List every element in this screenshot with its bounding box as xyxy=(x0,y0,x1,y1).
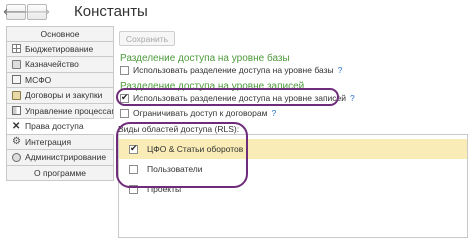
sidebar-item-ifrs[interactable]: МСФО xyxy=(6,72,114,88)
sidebar-item-label: МСФО xyxy=(25,74,52,85)
rls-item-label: ЦФО & Статьи оборотов xyxy=(147,144,244,154)
rls-label: Виды областей доступа (RLS): xyxy=(118,124,240,134)
sidebar-item-processes[interactable]: Управление процессами xyxy=(6,103,114,119)
sidebar-item-label: Бюджетирование xyxy=(25,43,94,54)
sidebar-item-label: Основное xyxy=(40,28,80,39)
limit-contracts-label: Ограничивать доступ к договорам xyxy=(133,108,268,118)
sidebar-item-label: Управление процессами xyxy=(25,105,114,116)
arrow-right-icon: 🡒 xyxy=(23,7,51,18)
rls-checkbox[interactable] xyxy=(129,184,138,194)
sidebar-item-label: Права доступа xyxy=(25,121,84,132)
process-icon xyxy=(12,106,21,116)
rls-item-label: Пользователи xyxy=(147,164,203,174)
admin-icon xyxy=(12,152,21,162)
rls-checkbox[interactable] xyxy=(129,143,138,154)
page-title: Константы xyxy=(74,3,148,20)
box-icon xyxy=(12,75,21,85)
sidebar-item-main[interactable]: Основное xyxy=(6,26,114,42)
rls-item-projects[interactable]: Проекты xyxy=(119,179,467,199)
sidebar-item-label: Интеграция xyxy=(25,136,72,147)
sidebar-item-budgeting[interactable]: Бюджетирование xyxy=(6,41,114,57)
sidebar-item-administration[interactable]: Администрирование xyxy=(6,150,114,166)
help-link[interactable]: ? xyxy=(350,93,355,103)
highlight-oval-records xyxy=(116,88,339,106)
gear-icon: ⚙ xyxy=(12,136,21,148)
window-header: 🡐 🡒 Константы xyxy=(0,0,474,26)
sidebar-item-label: О программе xyxy=(33,167,86,178)
sidebar-item-integration[interactable]: ⚙ Интеграция xyxy=(6,134,114,150)
folder-icon xyxy=(12,90,21,100)
rls-item-cfo[interactable]: ЦФО & Статьи оборотов xyxy=(119,139,467,159)
sidebar-item-treasury[interactable]: Казначейство xyxy=(6,57,114,73)
sidebar-item-access-rights[interactable]: ✕ Права доступа xyxy=(6,119,114,135)
save-button[interactable]: Сохранить xyxy=(119,31,175,46)
sidebar-item-label: Договоры и закупки xyxy=(25,90,103,101)
bag-icon xyxy=(12,59,21,69)
rls-item-label: Проекты xyxy=(147,184,182,194)
forward-button[interactable]: 🡒 xyxy=(24,4,50,20)
limit-contracts-checkbox[interactable] xyxy=(120,108,129,118)
rls-list: ЦФО & Статьи оборотов Пользователи Проек… xyxy=(118,134,468,238)
help-link[interactable]: ? xyxy=(338,65,343,75)
limit-contracts-checkbox-row[interactable]: Ограничивать доступ к договорам ? xyxy=(120,107,276,119)
sidebar-item-label: Администрирование xyxy=(25,152,107,163)
help-link[interactable]: ? xyxy=(271,108,276,118)
sidebar-item-about[interactable]: О программе xyxy=(6,165,114,181)
rls-checkbox[interactable] xyxy=(129,164,138,174)
section-title-base: Разделение доступа на уровне базы xyxy=(120,53,290,64)
rls-item-users[interactable]: Пользователи xyxy=(119,159,467,179)
sidebar: Основное Бюджетирование Казначейство МСФ… xyxy=(6,26,114,232)
sidebar-item-contracts[interactable]: Договоры и закупки xyxy=(6,88,114,104)
main-content: Сохранить Разделение доступа на уровне б… xyxy=(114,26,474,242)
tools-icon: ✕ xyxy=(12,120,21,132)
base-access-checkbox-row[interactable]: Использовать разделение доступа на уровн… xyxy=(120,64,342,76)
sidebar-item-label: Казначейство xyxy=(25,59,79,70)
grid-icon xyxy=(12,44,21,54)
base-access-checkbox[interactable] xyxy=(120,65,129,75)
base-access-label: Использовать разделение доступа на уровн… xyxy=(133,65,334,75)
